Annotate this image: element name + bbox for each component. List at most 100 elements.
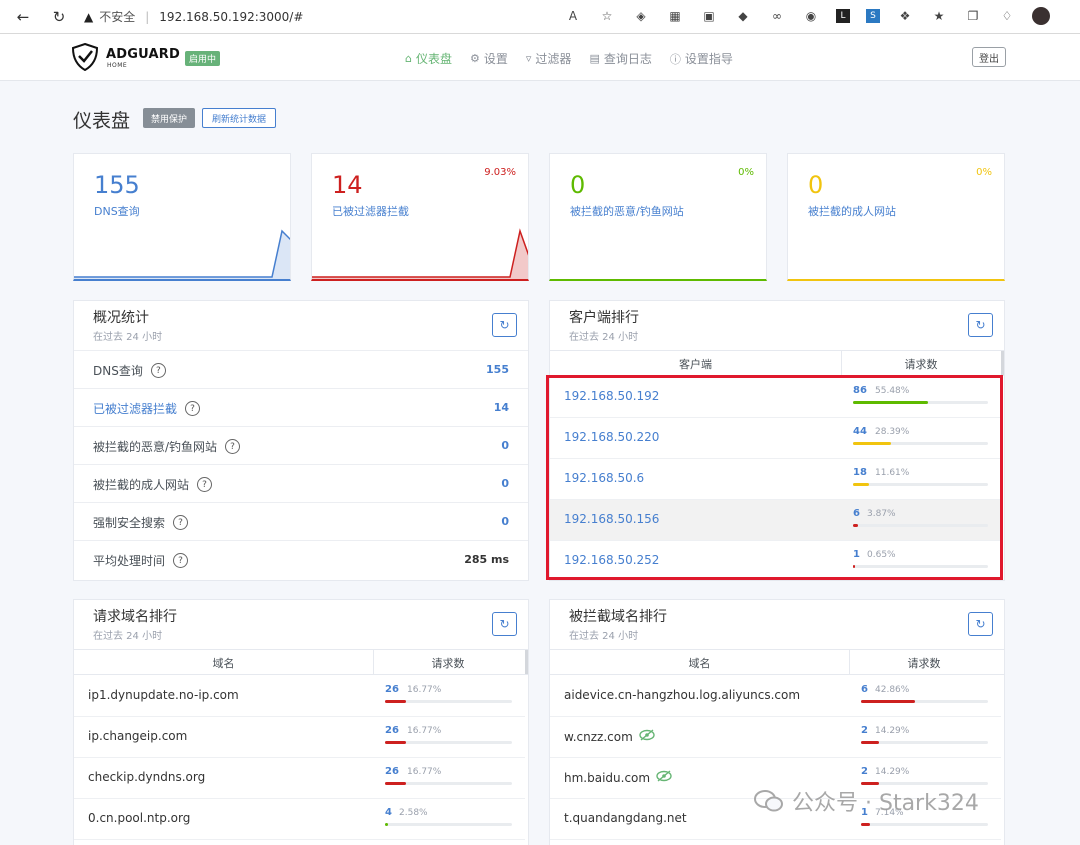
favorites-icon[interactable]: ★ [930, 6, 948, 26]
help-icon[interactable]: ? [173, 515, 189, 530]
extension-trophy-icon[interactable]: ♢ [998, 6, 1016, 26]
extension-infinity-icon[interactable]: ∞ [768, 6, 786, 26]
domain-name[interactable]: ip.changeip.com [88, 729, 187, 743]
help-icon[interactable]: ? [173, 553, 189, 568]
extension-tab-icon[interactable]: ▣ [700, 6, 718, 26]
col-domain[interactable]: 域名 [74, 655, 373, 671]
stat-card-dns-queries: 155 DNS查询 [73, 153, 291, 281]
stats-value: 0 [501, 477, 509, 490]
favorite-add-icon[interactable]: ☆ [598, 6, 616, 26]
refresh-icon[interactable]: ↻ [492, 612, 517, 636]
progress-bar [861, 823, 988, 826]
stats-row-avg-time: 平均处理时间? 285 ms [74, 540, 528, 578]
panel-title: 客户端排行 [569, 310, 639, 326]
progress-bar [861, 700, 988, 703]
extension-blue-icon[interactable]: S [866, 9, 880, 23]
stats-label: DNS查询? [93, 362, 166, 379]
stats-label-text: DNS查询 [93, 364, 143, 378]
nav-label: 查询日志 [603, 52, 652, 66]
table-row: checkip.dyndns.org 26 16.77% [74, 758, 525, 799]
panel-subtitle: 在过去 24 小时 [569, 332, 639, 343]
extension-square-icon[interactable]: L [836, 9, 850, 23]
stats-value: 285 ms [464, 553, 509, 566]
collections-icon[interactable]: ❐ [964, 6, 982, 26]
url-text[interactable]: 192.168.50.192:3000/# [159, 10, 303, 24]
eye-slash-icon[interactable] [639, 729, 655, 744]
nav-dashboard[interactable]: ⌂ 仪表盘 [405, 50, 452, 67]
eye-slash-icon[interactable] [656, 770, 672, 785]
stats-label[interactable]: 已被过滤器拦截? [93, 400, 201, 417]
extension-book-icon[interactable]: ▦ [666, 6, 684, 26]
stats-label-text[interactable]: 已被过滤器拦截 [93, 400, 177, 417]
scrollbar[interactable] [1001, 351, 1004, 375]
reload-icon[interactable]: ↻ [48, 6, 70, 28]
logout-button[interactable]: 登出 [972, 47, 1006, 67]
col-requests[interactable]: 请求数 [373, 655, 523, 671]
request-count: 26 [385, 766, 399, 777]
stat-value: 14 [332, 171, 363, 199]
col-requests[interactable]: 请求数 [849, 655, 999, 671]
refresh-icon[interactable]: ↻ [968, 313, 993, 337]
request-percent: 16.77% [407, 685, 442, 695]
help-icon[interactable]: ? [185, 401, 201, 416]
stat-label: 被拦截的成人网站 [808, 205, 896, 218]
stat-percent: 0% [976, 167, 992, 178]
table-row: ip.changeip.com 26 16.77% [74, 717, 525, 758]
log-icon: ▤ [589, 52, 600, 65]
stats-row-adult: 被拦截的成人网站? 0 [74, 464, 528, 502]
stats-label: 强制安全搜索? [93, 514, 189, 531]
table-row: aidevice.cn-hangzhou.log.aliyuncs.com 6 42… [550, 676, 1001, 717]
nav-filters[interactable]: ▿ 过滤器 [526, 50, 572, 67]
progress-fill [385, 823, 388, 826]
stat-value: 0 [808, 171, 824, 199]
col-requests[interactable]: 请求数 [841, 356, 1001, 372]
dns-queries-sparkline [74, 229, 290, 279]
col-domain[interactable]: 域名 [550, 655, 849, 671]
stat-card-adult-sites: 0 被拦截的成人网站 0% [787, 153, 1005, 281]
extensions-puzzle-icon[interactable]: ❖ [896, 6, 914, 26]
panel-title: 概况统计 [93, 310, 149, 326]
request-percent: 14.29% [875, 767, 910, 777]
help-icon[interactable]: ? [225, 439, 241, 454]
progress-fill [385, 741, 406, 744]
help-icon[interactable]: ? [150, 363, 166, 378]
adguard-logo-icon [72, 43, 98, 71]
domain-name[interactable]: w.cnzz.com [564, 729, 655, 744]
refresh-icon[interactable]: ↻ [968, 612, 993, 636]
profile-avatar[interactable] [1032, 7, 1050, 25]
disable-protection-button[interactable]: 禁用保护 [143, 108, 195, 128]
help-circle-icon: ⓘ [669, 52, 681, 66]
table-row: 0.cn.pool.ntp.org 4 2.58% [74, 799, 525, 840]
table-row: w.cnzz.com 2 14.29% [550, 717, 1001, 758]
nav-query-log[interactable]: ▤ 查询日志 [589, 50, 651, 67]
domain-name[interactable]: checkip.dyndns.org [88, 770, 205, 784]
domain-name[interactable]: aidevice.cn-hangzhou.log.aliyuncs.com [564, 688, 800, 702]
progress-bar [861, 741, 988, 744]
stats-value: 14 [493, 401, 509, 414]
wechat-icon [754, 790, 783, 812]
nav-label: 过滤器 [535, 52, 572, 66]
domain-name[interactable]: t.quandangdang.net [564, 811, 687, 825]
domain-name[interactable]: 0.cn.pool.ntp.org [88, 811, 190, 825]
domain-name[interactable]: hm.baidu.com [564, 770, 672, 785]
domain-name[interactable]: ip1.dynupdate.no-ip.com [88, 688, 239, 702]
help-icon[interactable]: ? [197, 477, 213, 492]
scrollbar[interactable] [525, 650, 528, 674]
refresh-stats-button[interactable]: 刷新统计数据 [202, 108, 276, 128]
address-bar[interactable]: ▲ 不安全 | 192.168.50.192:3000/# [84, 8, 303, 25]
nav-settings[interactable]: ⚙ 设置 [470, 50, 508, 67]
nav-label: 仪表盘 [415, 52, 452, 66]
back-arrow-icon[interactable]: ← [12, 6, 34, 28]
request-count: 6 [861, 684, 868, 695]
progress-fill [861, 700, 915, 703]
brand-sub: HOME [107, 62, 128, 69]
panel-subtitle: 在过去 24 小时 [569, 631, 639, 642]
refresh-icon[interactable]: ↻ [492, 313, 517, 337]
nav-setup-guide[interactable]: ⓘ 设置指导 [670, 50, 733, 67]
stats-value: 0 [501, 515, 509, 528]
extension-pin-icon[interactable]: ◆ [734, 6, 752, 26]
extension-globe-icon[interactable]: ◉ [802, 6, 820, 26]
extension-shield-icon[interactable]: ◈ [632, 6, 650, 26]
col-client[interactable]: 客户端 [550, 356, 841, 372]
read-aloud-icon[interactable]: A [564, 6, 582, 26]
